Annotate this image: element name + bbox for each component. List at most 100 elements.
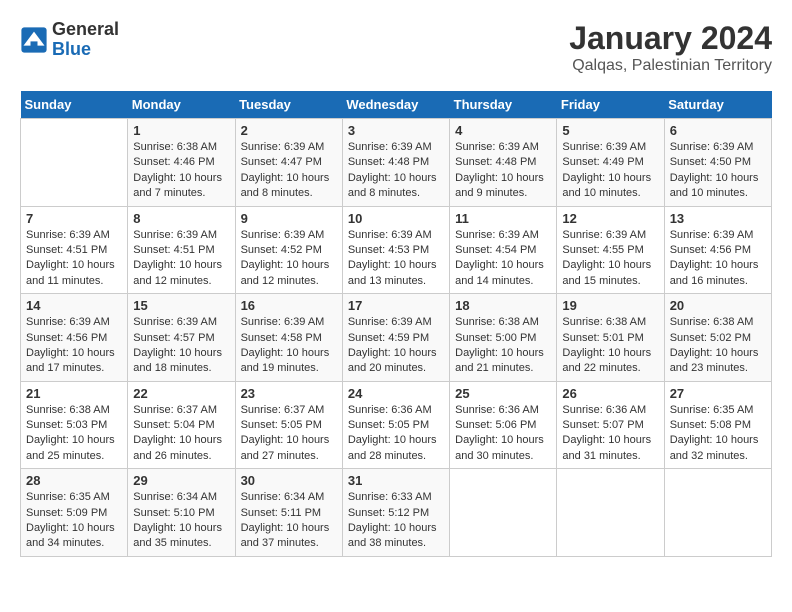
day-info: Sunrise: 6:39 AM Sunset: 4:48 PM Dayligh… bbox=[348, 140, 444, 202]
day-number: 14 bbox=[26, 298, 122, 313]
calendar-subtitle: Qalqas, Palestinian Territory bbox=[569, 57, 772, 75]
calendar-cell bbox=[21, 119, 128, 207]
column-header-saturday: Saturday bbox=[664, 91, 771, 119]
day-info: Sunrise: 6:39 AM Sunset: 4:52 PM Dayligh… bbox=[241, 228, 337, 290]
calendar-cell: 24Sunrise: 6:36 AM Sunset: 5:05 PM Dayli… bbox=[342, 381, 449, 469]
day-info: Sunrise: 6:36 AM Sunset: 5:06 PM Dayligh… bbox=[455, 403, 551, 465]
column-header-thursday: Thursday bbox=[450, 91, 557, 119]
day-info: Sunrise: 6:39 AM Sunset: 4:51 PM Dayligh… bbox=[26, 228, 122, 290]
day-info: Sunrise: 6:33 AM Sunset: 5:12 PM Dayligh… bbox=[348, 490, 444, 552]
calendar-table: SundayMondayTuesdayWednesdayThursdayFrid… bbox=[20, 91, 772, 557]
day-info: Sunrise: 6:38 AM Sunset: 5:02 PM Dayligh… bbox=[670, 315, 766, 377]
header-row: SundayMondayTuesdayWednesdayThursdayFrid… bbox=[21, 91, 772, 119]
page-header: General Blue January 2024 Qalqas, Palest… bbox=[20, 20, 772, 75]
calendar-cell: 23 Sunrise: 6:37 AM Sunset: 5:05 PM Dayli… bbox=[235, 381, 342, 469]
calendar-cell bbox=[557, 469, 664, 557]
calendar-cell: 20 Sunrise: 6:38 AM Sunset: 5:02 PM Dayli… bbox=[664, 294, 771, 382]
calendar-cell: 15Sunrise: 6:39 AM Sunset: 4:57 PM Dayli… bbox=[128, 294, 235, 382]
day-number: 10 bbox=[348, 211, 444, 226]
day-info: Sunrise: 6:34 AM Sunset: 5:10 PM Dayligh… bbox=[133, 490, 229, 552]
day-info: Sunrise: 6:39 AM Sunset: 4:53 PM Dayligh… bbox=[348, 228, 444, 290]
day-number: 13 bbox=[670, 211, 766, 226]
day-number: 8 bbox=[133, 211, 229, 226]
calendar-week-5: 28 Sunrise: 6:35 AM Sunset: 5:09 PM Dayli… bbox=[21, 469, 772, 557]
day-number: 9 bbox=[241, 211, 337, 226]
day-info: Sunrise: 6:39 AM Sunset: 4:49 PM Dayligh… bbox=[562, 140, 658, 202]
day-number: 1 bbox=[133, 123, 229, 138]
day-info: Sunrise: 6:39 AM Sunset: 4:56 PM Dayligh… bbox=[26, 315, 122, 377]
day-info: Sunrise: 6:39 AM Sunset: 4:54 PM Dayligh… bbox=[455, 228, 551, 290]
calendar-title: January 2024 bbox=[569, 20, 772, 57]
calendar-cell: 28 Sunrise: 6:35 AM Sunset: 5:09 PM Dayli… bbox=[21, 469, 128, 557]
calendar-cell: 16 Sunrise: 6:39 AM Sunset: 4:58 PM Dayli… bbox=[235, 294, 342, 382]
day-number: 4 bbox=[455, 123, 551, 138]
day-number: 28 bbox=[26, 473, 122, 488]
day-info: Sunrise: 6:36 AM Sunset: 5:07 PM Dayligh… bbox=[562, 403, 658, 465]
calendar-cell: 3Sunrise: 6:39 AM Sunset: 4:48 PM Daylig… bbox=[342, 119, 449, 207]
day-info: Sunrise: 6:37 AM Sunset: 5:05 PM Dayligh… bbox=[241, 403, 337, 465]
calendar-cell: 9 Sunrise: 6:39 AM Sunset: 4:52 PM Daylig… bbox=[235, 206, 342, 294]
day-info: Sunrise: 6:39 AM Sunset: 4:56 PM Dayligh… bbox=[670, 228, 766, 290]
day-number: 18 bbox=[455, 298, 551, 313]
day-info: Sunrise: 6:38 AM Sunset: 5:01 PM Dayligh… bbox=[562, 315, 658, 377]
calendar-week-2: 7 Sunrise: 6:39 AM Sunset: 4:51 PM Daylig… bbox=[21, 206, 772, 294]
day-number: 6 bbox=[670, 123, 766, 138]
day-info: Sunrise: 6:35 AM Sunset: 5:09 PM Dayligh… bbox=[26, 490, 122, 552]
day-info: Sunrise: 6:38 AM Sunset: 5:03 PM Dayligh… bbox=[26, 403, 122, 465]
day-number: 7 bbox=[26, 211, 122, 226]
day-number: 20 bbox=[670, 298, 766, 313]
day-number: 22 bbox=[133, 386, 229, 401]
calendar-cell: 6Sunrise: 6:39 AM Sunset: 4:50 PM Daylig… bbox=[664, 119, 771, 207]
day-info: Sunrise: 6:37 AM Sunset: 5:04 PM Dayligh… bbox=[133, 403, 229, 465]
calendar-cell: 27Sunrise: 6:35 AM Sunset: 5:08 PM Dayli… bbox=[664, 381, 771, 469]
calendar-cell: 4 Sunrise: 6:39 AM Sunset: 4:48 PM Daylig… bbox=[450, 119, 557, 207]
calendar-cell: 31 Sunrise: 6:33 AM Sunset: 5:12 PM Dayli… bbox=[342, 469, 449, 557]
day-info: Sunrise: 6:39 AM Sunset: 4:55 PM Dayligh… bbox=[562, 228, 658, 290]
day-info: Sunrise: 6:39 AM Sunset: 4:58 PM Dayligh… bbox=[241, 315, 337, 377]
day-info: Sunrise: 6:35 AM Sunset: 5:08 PM Dayligh… bbox=[670, 403, 766, 465]
calendar-week-4: 21 Sunrise: 6:38 AM Sunset: 5:03 PM Dayli… bbox=[21, 381, 772, 469]
day-number: 30 bbox=[241, 473, 337, 488]
day-number: 12 bbox=[562, 211, 658, 226]
day-number: 29 bbox=[133, 473, 229, 488]
calendar-week-3: 14 Sunrise: 6:39 AM Sunset: 4:56 PM Dayli… bbox=[21, 294, 772, 382]
column-header-sunday: Sunday bbox=[21, 91, 128, 119]
calendar-cell: 21 Sunrise: 6:38 AM Sunset: 5:03 PM Dayli… bbox=[21, 381, 128, 469]
day-number: 21 bbox=[26, 386, 122, 401]
logo-blue-text: Blue bbox=[52, 40, 119, 60]
calendar-cell: 5 Sunrise: 6:39 AM Sunset: 4:49 PM Daylig… bbox=[557, 119, 664, 207]
day-number: 31 bbox=[348, 473, 444, 488]
day-number: 23 bbox=[241, 386, 337, 401]
calendar-week-1: 1 Sunrise: 6:38 AM Sunset: 4:46 PM Daylig… bbox=[21, 119, 772, 207]
day-info: Sunrise: 6:36 AM Sunset: 5:05 PM Dayligh… bbox=[348, 403, 444, 465]
day-number: 2 bbox=[241, 123, 337, 138]
calendar-cell bbox=[450, 469, 557, 557]
calendar-cell: 12 Sunrise: 6:39 AM Sunset: 4:55 PM Dayli… bbox=[557, 206, 664, 294]
day-info: Sunrise: 6:38 AM Sunset: 5:00 PM Dayligh… bbox=[455, 315, 551, 377]
day-number: 16 bbox=[241, 298, 337, 313]
day-number: 5 bbox=[562, 123, 658, 138]
day-number: 26 bbox=[562, 386, 658, 401]
logo: General Blue bbox=[20, 20, 119, 60]
day-info: Sunrise: 6:38 AM Sunset: 4:46 PM Dayligh… bbox=[133, 140, 229, 202]
day-info: Sunrise: 6:39 AM Sunset: 4:51 PM Dayligh… bbox=[133, 228, 229, 290]
calendar-cell: 11 Sunrise: 6:39 AM Sunset: 4:54 PM Dayli… bbox=[450, 206, 557, 294]
calendar-cell: 25Sunrise: 6:36 AM Sunset: 5:06 PM Dayli… bbox=[450, 381, 557, 469]
calendar-cell: 7 Sunrise: 6:39 AM Sunset: 4:51 PM Daylig… bbox=[21, 206, 128, 294]
column-header-wednesday: Wednesday bbox=[342, 91, 449, 119]
column-header-tuesday: Tuesday bbox=[235, 91, 342, 119]
day-info: Sunrise: 6:39 AM Sunset: 4:57 PM Dayligh… bbox=[133, 315, 229, 377]
day-info: Sunrise: 6:34 AM Sunset: 5:11 PM Dayligh… bbox=[241, 490, 337, 552]
calendar-cell: 18 Sunrise: 6:38 AM Sunset: 5:00 PM Dayli… bbox=[450, 294, 557, 382]
calendar-cell: 10 Sunrise: 6:39 AM Sunset: 4:53 PM Dayli… bbox=[342, 206, 449, 294]
day-number: 17 bbox=[348, 298, 444, 313]
column-header-monday: Monday bbox=[128, 91, 235, 119]
day-number: 11 bbox=[455, 211, 551, 226]
calendar-cell: 1 Sunrise: 6:38 AM Sunset: 4:46 PM Daylig… bbox=[128, 119, 235, 207]
day-info: Sunrise: 6:39 AM Sunset: 4:48 PM Dayligh… bbox=[455, 140, 551, 202]
logo-general-text: General bbox=[52, 20, 119, 40]
day-info: Sunrise: 6:39 AM Sunset: 4:47 PM Dayligh… bbox=[241, 140, 337, 202]
calendar-cell: 19Sunrise: 6:38 AM Sunset: 5:01 PM Dayli… bbox=[557, 294, 664, 382]
logo-icon bbox=[20, 26, 48, 54]
column-header-friday: Friday bbox=[557, 91, 664, 119]
